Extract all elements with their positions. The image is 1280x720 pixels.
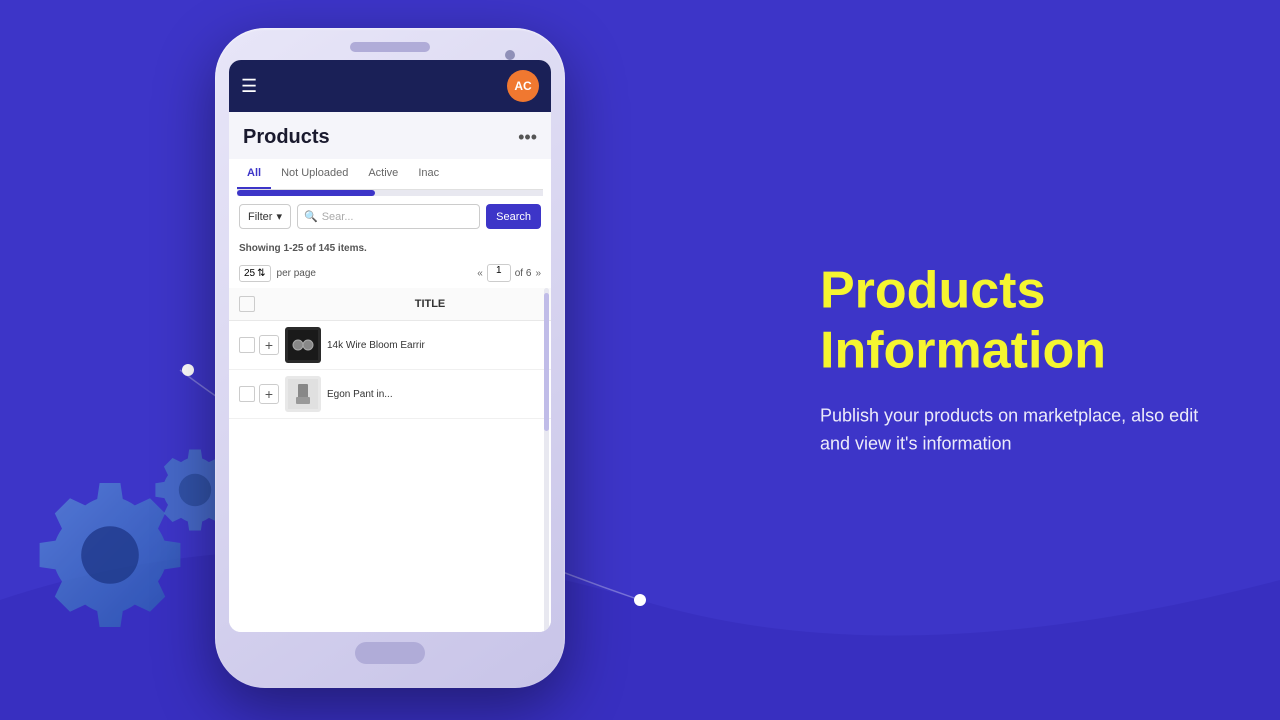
right-panel: Products Information Publish your produc… <box>820 261 1200 458</box>
total-pages: of 6 <box>515 268 532 279</box>
per-page-value: 25 <box>244 268 255 279</box>
tab-scroll-indicator <box>237 190 543 196</box>
product-thumbnail <box>285 376 321 412</box>
tab-all[interactable]: All <box>237 159 271 189</box>
scrollbar-thumb <box>544 293 549 431</box>
search-placeholder: Sear... <box>322 211 354 223</box>
app-header: ☰ AC <box>229 60 551 112</box>
search-icon: 🔍 <box>304 210 318 223</box>
per-page-label: per page <box>277 268 316 279</box>
products-title: Products <box>243 126 330 149</box>
first-page-button[interactable]: « <box>477 268 483 279</box>
more-options-icon[interactable]: ••• <box>518 127 537 148</box>
scrollbar-track[interactable] <box>544 288 549 632</box>
row-add-button[interactable]: + <box>259 384 279 404</box>
pagination-row: 25 ⇅ per page « 1 of 6 » <box>229 260 551 288</box>
main-heading: Products Information <box>820 261 1200 381</box>
page-nav: « 1 of 6 » <box>477 264 541 282</box>
search-button[interactable]: Search <box>486 204 541 229</box>
filter-button[interactable]: Filter ▾ <box>239 204 291 229</box>
title-column-header: TITLE <box>319 298 541 310</box>
row-checkbox[interactable] <box>239 337 255 353</box>
tab-active[interactable]: Active <box>358 159 408 189</box>
showing-of: of <box>303 243 318 254</box>
user-avatar[interactable]: AC <box>507 70 539 102</box>
tab-scroll-thumb <box>237 190 375 196</box>
per-page-arrows: ⇅ <box>257 268 265 279</box>
tabs-area: All Not Uploaded Active Inac <box>229 159 551 196</box>
tab-not-uploaded[interactable]: Not Uploaded <box>271 159 358 189</box>
phone-speaker <box>350 42 430 52</box>
description-text: Publish your products on marketplace, al… <box>820 401 1200 459</box>
showing-count: 145 <box>318 243 335 254</box>
current-page-input[interactable]: 1 <box>487 264 511 282</box>
table-area: TITLE + <box>229 288 551 632</box>
heading-line2: Information <box>820 321 1200 381</box>
select-all-checkbox[interactable] <box>239 296 255 312</box>
screen-body: Products ••• All Not Uploaded Active Ina… <box>229 112 551 632</box>
tabs-row: All Not Uploaded Active Inac <box>237 159 543 190</box>
showing-items: items. <box>335 243 367 254</box>
chevron-down-icon: ▾ <box>276 210 282 223</box>
tab-inactive[interactable]: Inac <box>408 159 449 189</box>
phone-mockup: ☰ AC Products ••• All Not Uploaded Activ… <box>215 28 565 688</box>
hamburger-icon[interactable]: ☰ <box>241 76 257 97</box>
row-checkbox[interactable] <box>239 386 255 402</box>
showing-text: Showing <box>239 243 283 254</box>
search-area: Filter ▾ 🔍 Sear... Search <box>229 196 551 237</box>
table-row: + Egon Pant in... <box>229 370 551 419</box>
search-input-wrap[interactable]: 🔍 Sear... <box>297 204 480 229</box>
phone-home-button[interactable] <box>355 642 425 664</box>
last-page-button[interactable]: » <box>535 268 541 279</box>
product-name: Egon Pant in... <box>327 389 541 400</box>
phone-camera <box>505 50 515 60</box>
gear-decoration <box>30 475 190 640</box>
product-name: 14k Wire Bloom Earrir <box>327 340 541 351</box>
row-add-button[interactable]: + <box>259 335 279 355</box>
table-header: TITLE <box>229 288 551 321</box>
filter-label: Filter <box>248 211 272 223</box>
showing-range: 1-25 <box>283 243 303 254</box>
showing-row: Showing 1-25 of 145 items. <box>229 237 551 260</box>
products-header: Products ••• <box>229 112 551 159</box>
heading-line1: Products <box>820 261 1200 321</box>
product-thumbnail <box>285 327 321 363</box>
table-row: + 14k Wire Bloom Earrir <box>229 321 551 370</box>
per-page-select[interactable]: 25 ⇅ <box>239 265 271 282</box>
phone-screen: ☰ AC Products ••• All Not Uploaded Activ… <box>229 60 551 632</box>
